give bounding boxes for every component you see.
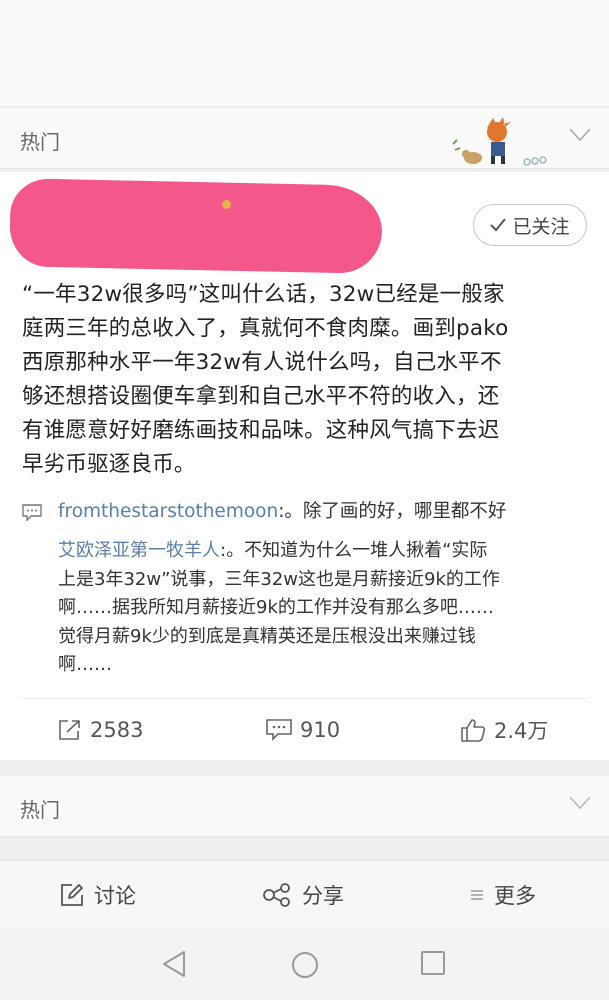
comment-item[interactable]: 艾欧泽亚第一牧羊人:。不知道为什么一堆人揪着“实际 上是3年32w”说事，三年3… xyxy=(58,537,578,680)
comment-username-text[interactable]: fromthestarstothemoon xyxy=(58,501,278,522)
share-nodes-icon xyxy=(263,883,290,907)
share-label: 分享 xyxy=(302,884,344,908)
like-count: 2.4万 xyxy=(494,719,549,743)
divider xyxy=(22,698,588,699)
comment-username[interactable]: 艾欧泽亚第一牧羊人 xyxy=(58,540,220,561)
post-actions: 2583 910 2.4万 xyxy=(0,712,609,748)
comment-icon xyxy=(266,719,292,741)
comment-icon xyxy=(22,504,42,521)
follow-button[interactable]: 已关注 xyxy=(473,204,587,246)
comment-action[interactable]: 910 xyxy=(266,712,340,748)
post-card: 已关注 “一年32w很多吗”这叫什么话，32w已经是一般家 庭两三年的总收入了，… xyxy=(0,172,609,760)
chevron-down-icon[interactable] xyxy=(569,796,591,810)
share-action[interactable]: 2583 xyxy=(58,712,143,748)
redaction-dot xyxy=(222,200,231,209)
section-label: 热门 xyxy=(20,798,60,822)
menu-icon xyxy=(471,890,483,900)
section-label: 热门 xyxy=(20,130,60,154)
hot-section-header[interactable]: 热门 xyxy=(0,108,609,169)
discuss-label: 讨论 xyxy=(94,884,136,908)
recents-icon[interactable] xyxy=(420,950,446,976)
share-icon xyxy=(59,720,80,740)
like-icon xyxy=(461,719,486,742)
edit-icon xyxy=(61,884,83,906)
chevron-down-icon[interactable] xyxy=(569,128,591,142)
comment-count: 910 xyxy=(300,718,341,742)
redaction-mark xyxy=(9,178,383,274)
top-blank-area xyxy=(0,0,609,106)
share-count: 2583 xyxy=(90,718,144,742)
comment-text: :。除了画的好，哪里都不好 xyxy=(278,501,507,522)
home-icon[interactable] xyxy=(290,950,320,980)
hot-section-header-2[interactable]: 热门 xyxy=(0,776,609,837)
like-action[interactable]: 2.4万 xyxy=(460,712,548,748)
share-button[interactable]: 分享 xyxy=(262,861,344,929)
system-nav-bar xyxy=(0,928,609,1000)
more-button[interactable]: 更多 xyxy=(470,861,536,929)
checkmark-icon xyxy=(490,218,507,232)
post-body-text: “一年32w很多吗”这叫什么话，32w已经是一般家 庭两三年的总收入了，真就何不… xyxy=(22,282,509,477)
discuss-button[interactable]: 讨论 xyxy=(60,861,136,929)
comment-item[interactable]: fromthestarstothemoon:。除了画的好，哪里都不好 xyxy=(22,497,588,527)
bottom-action-bar: 讨论 分享 更多 xyxy=(0,860,609,929)
mascot-sticker xyxy=(452,117,547,166)
comment-username[interactable]: fromthestarstothemoon:。除了画的好，哪里都不好 xyxy=(58,497,506,527)
follow-label: 已关注 xyxy=(512,215,570,238)
more-label: 更多 xyxy=(494,884,536,908)
back-icon[interactable] xyxy=(160,950,188,978)
